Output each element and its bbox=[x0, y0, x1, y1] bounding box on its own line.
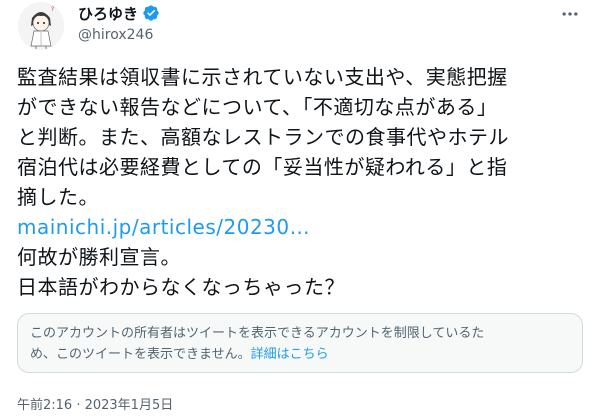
more-options-icon[interactable] bbox=[560, 4, 580, 24]
name-row: ひろゆき bbox=[78, 3, 160, 23]
avatar[interactable]: ? bbox=[18, 2, 64, 50]
display-name[interactable]: ひろゆき bbox=[78, 3, 138, 24]
notice-text: め、このツイートを表示できません。 bbox=[30, 347, 251, 362]
verified-badge-icon bbox=[142, 4, 160, 22]
restricted-notice: このアカウントの所有者はツイートを表示できるアカウントを制限しているた め、この… bbox=[17, 313, 583, 373]
tweet-text: 監査結果は領収書に示されていない支出や、実態把握 ができない報告などについて、「… bbox=[17, 62, 583, 302]
learn-more-link[interactable]: 詳細はこちら bbox=[251, 347, 329, 362]
tweet-line: 何故が勝利宣言。 bbox=[17, 245, 181, 269]
tweet-header: ? ひろゆき @hirox246 bbox=[16, 0, 584, 60]
notice-text-line: このアカウントの所有者はツイートを表示できるアカウントを制限しているた bbox=[30, 326, 485, 341]
svg-text:?: ? bbox=[51, 6, 54, 13]
author-info: ひろゆき @hirox246 bbox=[78, 3, 160, 45]
tweet-line: 宿泊代は必要経費としての「妥当性が疑われる」と指 bbox=[17, 155, 508, 179]
tweet-timestamp[interactable]: 午前2:16 · 2023年1月5日 bbox=[17, 394, 173, 413]
avatar-illustration: ? bbox=[18, 2, 64, 50]
author-handle[interactable]: @hirox246 bbox=[78, 27, 160, 45]
tweet-line: 摘した。 bbox=[17, 185, 99, 209]
tweet-line: 日本語がわからなくなっちゃった？ bbox=[17, 275, 345, 299]
tweet-line: と判断。また、高額なレストランでの食事代やホテル bbox=[17, 125, 509, 149]
article-link[interactable]: mainichi.jp/articles/20230… bbox=[17, 212, 583, 242]
tweet-line: ができない報告などについて、「不適切な点がある」 bbox=[17, 95, 498, 119]
tweet-line: 監査結果は領収書に示されていない支出や、実態把握 bbox=[17, 65, 508, 89]
notice-text-line: め、このツイートを表示できません。詳細はこちら bbox=[30, 344, 570, 365]
